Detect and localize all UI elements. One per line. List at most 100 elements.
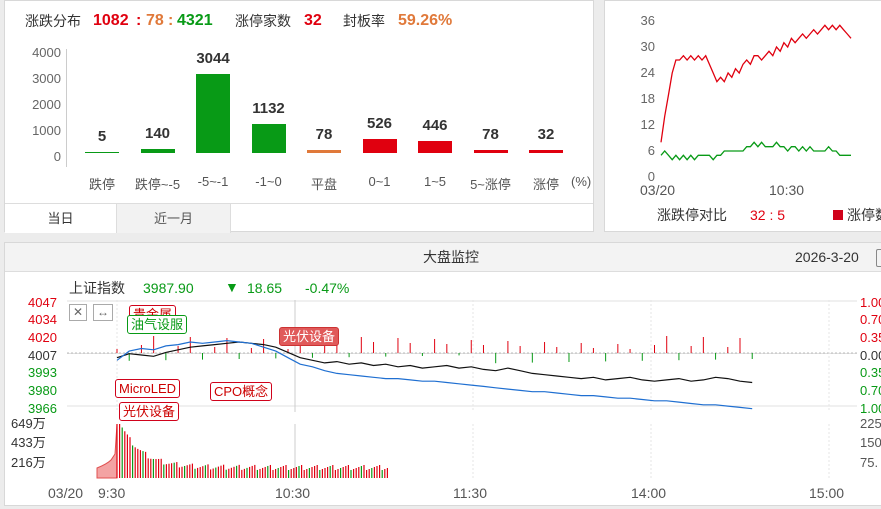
legend-label: 涨跌停对比: [657, 207, 727, 223]
index-name: 上证指数: [69, 280, 125, 296]
limit-up-label: 涨停家数: [235, 13, 291, 29]
limit-up-value: 32: [304, 12, 322, 29]
series-line: [660, 141, 851, 161]
x-tick: 03/20: [640, 182, 676, 198]
category-label: 0~1: [368, 174, 391, 189]
category-label: 跌停: [88, 177, 115, 192]
volume-tick-right: 75.: [860, 455, 879, 470]
pct-tick: 0.35%: [860, 365, 881, 380]
bar: [307, 150, 341, 153]
y-axis-line: [66, 49, 67, 167]
legend-series: 涨停数: [847, 207, 881, 223]
volume-tick: 649万: [11, 416, 46, 431]
tag-pv-equipment-2[interactable]: 光伏设备: [119, 402, 180, 421]
unit-label: (%): [571, 174, 592, 189]
y-tick: 12: [640, 117, 655, 132]
tab-last-month[interactable]: 近一月: [117, 204, 231, 233]
bar-value-label: 78: [315, 126, 333, 143]
category-label: -1~0: [255, 174, 282, 189]
pct-tick: 0.00%: [860, 348, 881, 363]
y-tick: 18: [640, 91, 655, 106]
legend-value: 32 : 5: [750, 207, 786, 223]
price-tick: 4020: [28, 330, 57, 345]
y-tick: 4000: [32, 45, 61, 60]
time-tick: 11:30: [453, 485, 487, 501]
price-tick: 4047: [28, 295, 57, 310]
pct-tick: 0.70%: [860, 383, 881, 398]
bar: [529, 150, 563, 153]
price-tick: 3966: [28, 401, 57, 416]
bar: [362, 139, 397, 153]
bar-value-label: 5: [97, 128, 107, 145]
tab-today[interactable]: 当日: [5, 204, 117, 233]
y-tick: 36: [640, 13, 655, 28]
volume-tick: 216万: [11, 455, 46, 470]
market-monitor-panel: 大盘监控 2026-3-20 上证指数 3987.90 ▼ 18.65 -0.4…: [4, 242, 881, 506]
sep-1: :: [136, 12, 142, 29]
bar-value-label: 1132: [252, 99, 285, 117]
tag-microled[interactable]: MicroLED: [115, 379, 181, 398]
index-value: 3987.90: [143, 280, 194, 296]
index-change: 18.65: [247, 280, 283, 296]
seal-rate-value: 59.26%: [398, 12, 453, 29]
index-change-pct: -0.47%: [305, 280, 350, 296]
volume-tick-right: 225: [860, 416, 881, 431]
bar: [418, 141, 452, 153]
premarket-volume-area: [96, 423, 118, 479]
y-tick: 1000: [32, 123, 61, 138]
price-tick: 4034: [28, 312, 57, 327]
distribution-panel: 涨跌分布 1082 : 78 : 4321 涨停家数 32 封板率 59.26%…: [4, 0, 594, 233]
bar: [85, 152, 119, 153]
time-tick: 03/20: [48, 485, 84, 501]
price-tick: 3980: [28, 383, 57, 398]
tag-pv-equipment[interactable]: 光伏设备: [279, 327, 340, 346]
sep-2: :: [168, 12, 174, 29]
category-label: 5~涨停: [470, 177, 511, 192]
volume-chart: [96, 423, 830, 479]
y-tick: 3000: [32, 71, 61, 86]
time-tick: 9:30: [98, 485, 126, 501]
pct-tick: 1.00%: [860, 401, 881, 416]
y-tick: 24: [640, 65, 655, 80]
bar: [140, 149, 175, 153]
date-picker-icon[interactable]: [876, 249, 881, 267]
seal-rate-label: 封板率: [343, 13, 385, 29]
monitor-date[interactable]: 2026-3-20: [795, 250, 859, 264]
bar: [196, 73, 230, 153]
expand-icon[interactable]: ↔: [93, 304, 113, 321]
tag-oil-services[interactable]: 油气设服: [127, 315, 188, 334]
price-tick: 3993: [28, 365, 57, 380]
bar-value-label: 446: [422, 117, 448, 135]
time-tick: 10:30: [275, 485, 311, 501]
legend-swatch: [833, 210, 843, 220]
pct-tick: 0.70%: [860, 312, 881, 327]
category-label: 平盘: [310, 177, 337, 192]
limit-ratio-chart: [660, 24, 852, 161]
bar: [251, 123, 286, 153]
down-count: 4321: [177, 12, 213, 29]
pct-tick: 1.00%: [860, 295, 881, 310]
bar-value-label: 78: [482, 126, 499, 143]
bar: [473, 150, 508, 153]
bar-value-label: 140: [144, 125, 171, 143]
dist-title: 涨跌分布: [25, 13, 81, 29]
tag-cpo[interactable]: CPO概念: [210, 382, 273, 401]
y-tick: 2000: [32, 97, 61, 112]
series-line: [660, 24, 852, 143]
pct-tick: 0.35%: [860, 330, 881, 345]
y-tick: 30: [640, 39, 655, 54]
category-label: 跌停~-5: [134, 177, 181, 192]
time-tick: 14:00: [631, 485, 667, 501]
volume-tick-right: 150: [860, 435, 881, 450]
volume-tick: 433万: [11, 435, 46, 450]
category-label: 1~5: [423, 174, 447, 189]
down-arrow-icon: ▼: [225, 279, 239, 295]
time-tick: 15:00: [809, 485, 845, 501]
price-tick: 4007: [28, 348, 57, 363]
close-icon[interactable]: ✕: [69, 304, 87, 321]
bar-value-label: 526: [366, 115, 393, 133]
category-label: 涨停: [532, 177, 559, 192]
bar-value-label: 32: [537, 126, 555, 143]
x-tick: 10:30: [769, 182, 805, 198]
y-tick: 0: [53, 149, 61, 164]
